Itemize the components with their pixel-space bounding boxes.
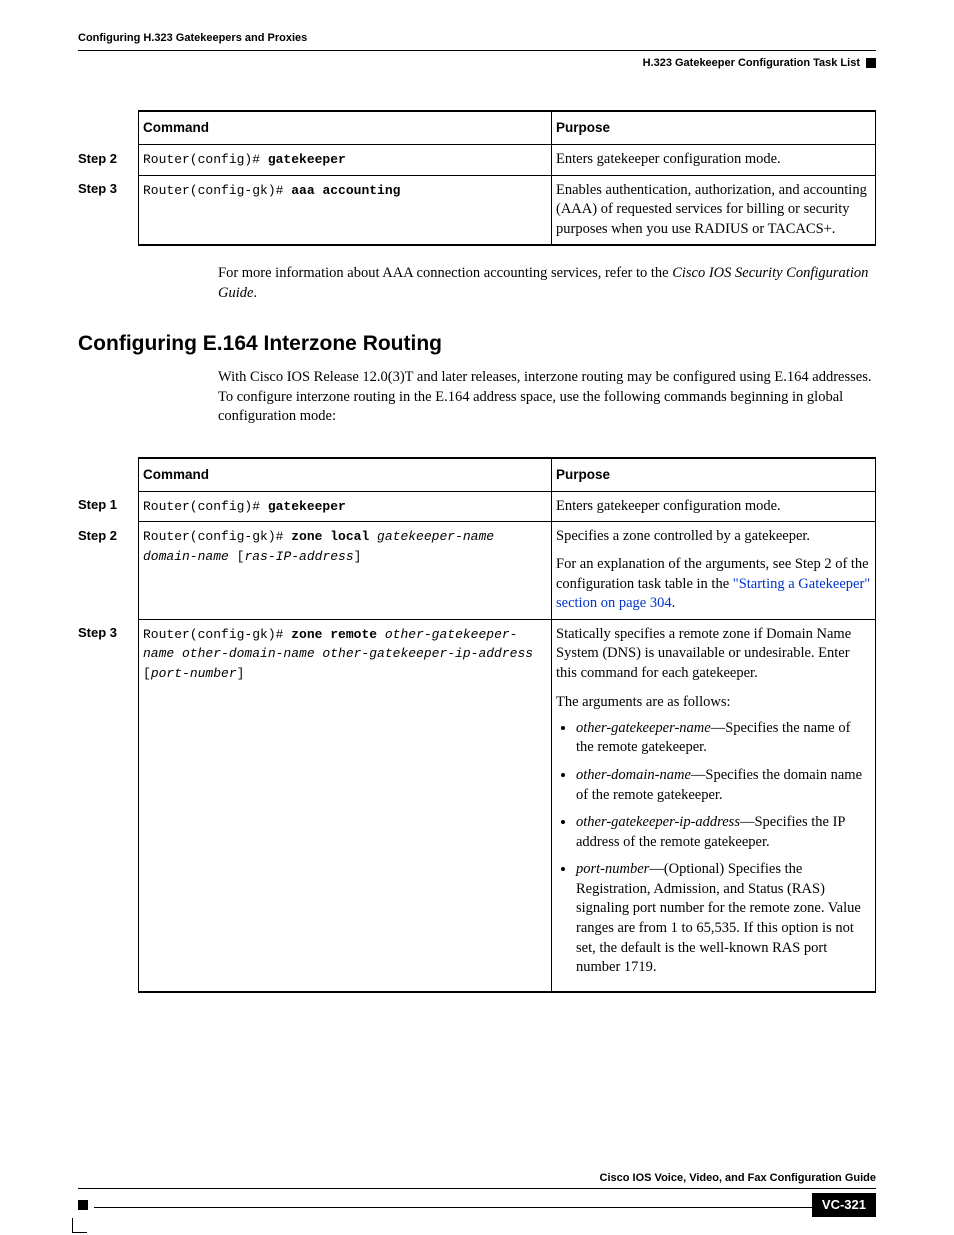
list-item: port-number—(Optional) Specifies the Reg… bbox=[576, 860, 871, 977]
page-footer: Cisco IOS Voice, Video, and Fax Configur… bbox=[78, 1171, 876, 1217]
command-cell: Router(config-gk)# zone local gatekeeper… bbox=[139, 522, 552, 619]
argument-list: other-gatekeeper-name—Specifies the name… bbox=[556, 719, 871, 978]
table-row: Step 1 Router(config)# gatekeeper Enters… bbox=[78, 491, 876, 522]
purpose-cell: Enters gatekeeper configuration mode. bbox=[552, 491, 876, 522]
step-label: Step 2 bbox=[78, 522, 139, 619]
step-label: Step 2 bbox=[78, 145, 139, 176]
purpose-cell: Enables authentication, authorization, a… bbox=[552, 175, 876, 245]
table-row: Step 3 Router(config-gk)# aaa accounting… bbox=[78, 175, 876, 245]
header-marker-icon bbox=[866, 58, 876, 68]
step-label: Step 3 bbox=[78, 175, 139, 245]
section-intro: With Cisco IOS Release 12.0(3)T and late… bbox=[218, 368, 876, 427]
chapter-title: Configuring H.323 Gatekeepers and Proxie… bbox=[78, 32, 307, 44]
section-title: H.323 Gatekeeper Configuration Task List bbox=[643, 56, 860, 71]
step-label: Step 1 bbox=[78, 491, 139, 522]
list-item: other-domain-name—Specifies the domain n… bbox=[576, 766, 871, 805]
list-item: other-gatekeeper-ip-address—Specifies th… bbox=[576, 813, 871, 852]
table-row: Step 3 Router(config-gk)# zone remote ot… bbox=[78, 619, 876, 992]
list-item: other-gatekeeper-name—Specifies the name… bbox=[576, 719, 871, 758]
command-table-2: Command Purpose Step 1 Router(config)# g… bbox=[78, 457, 876, 993]
table-row: Step 2 Router(config)# gatekeeper Enters… bbox=[78, 145, 876, 176]
body-paragraph: For more information about AAA connectio… bbox=[218, 264, 876, 303]
command-cell: Router(config)# gatekeeper bbox=[139, 145, 552, 176]
step-label: Step 3 bbox=[78, 619, 139, 992]
footer-marker-icon bbox=[78, 1200, 88, 1210]
section-heading: Configuring E.164 Interzone Routing bbox=[78, 330, 876, 358]
section-header: H.323 Gatekeeper Configuration Task List bbox=[643, 56, 876, 71]
doc-title: Cisco IOS Voice, Video, and Fax Configur… bbox=[600, 1171, 876, 1186]
command-cell: Router(config-gk)# zone remote other-gat… bbox=[139, 619, 552, 992]
purpose-header: Purpose bbox=[552, 458, 876, 492]
page-number: VC-321 bbox=[812, 1193, 876, 1217]
blank-header bbox=[78, 458, 139, 492]
blank-header bbox=[78, 111, 139, 145]
purpose-cell: Statically specifies a remote zone if Do… bbox=[552, 619, 876, 992]
purpose-cell: Specifies a zone controlled by a gatekee… bbox=[552, 522, 876, 619]
purpose-header: Purpose bbox=[552, 111, 876, 145]
command-header: Command bbox=[139, 458, 552, 492]
running-header: Configuring H.323 Gatekeepers and Proxie… bbox=[78, 28, 876, 51]
command-header: Command bbox=[139, 111, 552, 145]
purpose-cell: Enters gatekeeper configuration mode. bbox=[552, 145, 876, 176]
command-cell: Router(config-gk)# aaa accounting bbox=[139, 175, 552, 245]
command-cell: Router(config)# gatekeeper bbox=[139, 491, 552, 522]
command-table-1: Command Purpose Step 2 Router(config)# g… bbox=[78, 110, 876, 246]
crop-mark-icon bbox=[72, 1218, 87, 1233]
table-row: Step 2 Router(config-gk)# zone local gat… bbox=[78, 522, 876, 619]
